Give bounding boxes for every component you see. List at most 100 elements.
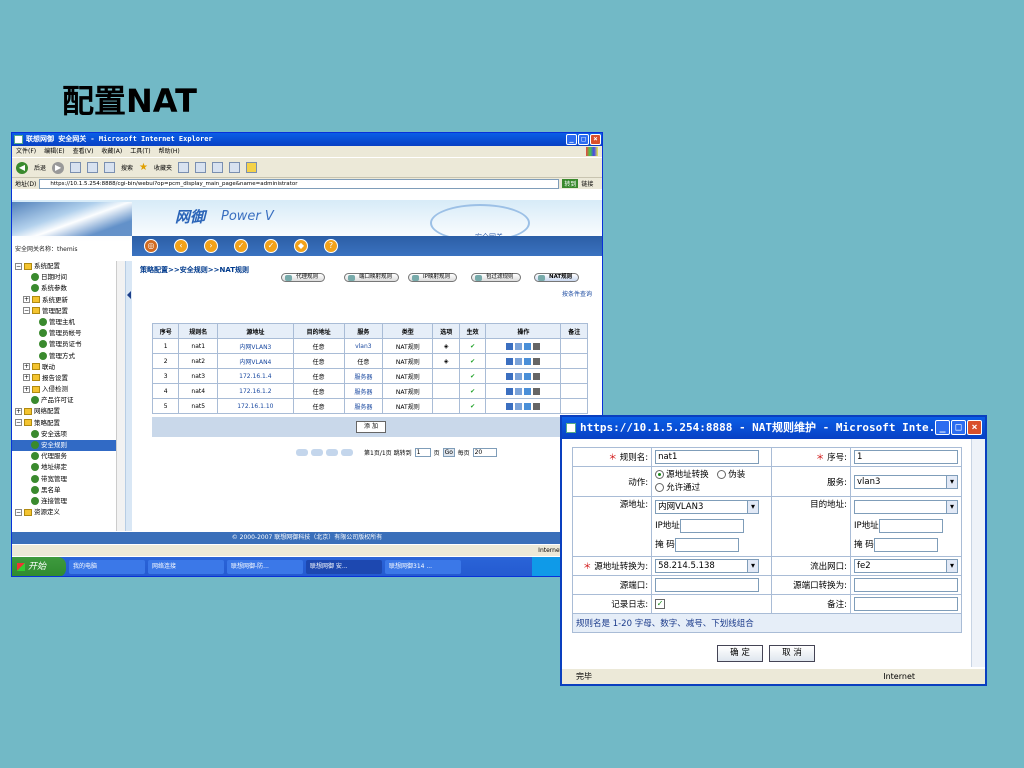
sidebar-item[interactable]: 带宽管理 — [12, 474, 125, 485]
note-input[interactable] — [854, 597, 958, 611]
links-label[interactable]: 链接 — [581, 179, 593, 188]
taskbar-item[interactable]: 联想网御 安... — [306, 560, 382, 574]
print-icon[interactable] — [212, 162, 224, 173]
minimize-icon[interactable]: _ — [935, 420, 950, 435]
sidebar-item[interactable]: 黑名单 — [12, 485, 125, 496]
taskbar-item[interactable]: 网络连接 — [148, 560, 224, 574]
first-page-icon[interactable] — [296, 449, 308, 456]
sidebar-item[interactable]: + 入侵检测 — [12, 384, 125, 395]
dst-mask-input[interactable] — [873, 537, 938, 552]
tab-ip-mapping-rules[interactable]: IP映射规则 — [408, 273, 457, 282]
cell-src[interactable]: 172.16.1.2 — [217, 383, 294, 399]
collapse-icon[interactable]: − — [15, 508, 22, 516]
delete-icon[interactable] — [533, 387, 541, 395]
per-page-select[interactable]: 20 — [472, 448, 497, 457]
copy-icon[interactable] — [515, 372, 523, 380]
refresh-icon[interactable] — [524, 372, 532, 380]
src-mask-input[interactable] — [674, 537, 739, 552]
cell-src[interactable]: 内网VLAN3 — [217, 338, 294, 354]
refresh-icon[interactable] — [524, 402, 532, 410]
table-row[interactable]: 2 nat2 内网VLAN4 任意 任意 NAT规则 ◈ ✔ — [151, 353, 588, 369]
favorites-button[interactable]: 收藏夹 — [154, 163, 172, 172]
src-port-input[interactable] — [655, 578, 760, 592]
ok-button[interactable]: 确 定 — [717, 645, 763, 662]
column-header[interactable]: 序号 — [151, 323, 180, 339]
tab-proxy-rules[interactable]: 代理规则 — [281, 273, 326, 282]
menu-help[interactable]: 帮助(H) — [159, 146, 180, 157]
refresh-icon[interactable] — [524, 357, 532, 365]
taskbar-item[interactable]: 联想网御-防... — [227, 560, 303, 574]
tab-packet-filter-rules[interactable]: 包过滤规则 — [471, 273, 521, 282]
copy-icon[interactable] — [515, 402, 523, 410]
prev-page-icon[interactable] — [311, 449, 323, 456]
sidebar-item[interactable]: 安全选项 — [12, 429, 125, 440]
help-nav-icon[interactable]: ? — [324, 239, 338, 253]
radio-allow[interactable] — [655, 482, 665, 492]
src-port-nat-input[interactable] — [854, 578, 958, 592]
cell-svc[interactable]: 服务器 — [343, 368, 384, 384]
sidebar-item[interactable]: + 联动 — [12, 362, 125, 373]
column-header[interactable]: 类型 — [382, 323, 434, 339]
cell-svc[interactable]: 服务器 — [343, 383, 384, 399]
start-button[interactable]: 开始 — [12, 557, 66, 576]
sidebar-item[interactable]: − 资源定义 — [12, 507, 125, 518]
table-row[interactable]: 1 nat1 内网VLAN3 任意 vlan3 NAT规则 ◈ ✔ — [151, 338, 588, 354]
src-nat-select[interactable]: 58.214.5.138 — [655, 559, 760, 573]
next-page-icon[interactable] — [326, 449, 338, 456]
delete-icon[interactable] — [533, 402, 541, 410]
sidebar-item[interactable]: + 网络配置 — [12, 406, 125, 417]
page-jump-input[interactable]: 1 — [414, 448, 431, 457]
expand-icon[interactable]: + — [23, 385, 30, 393]
menu-edit[interactable]: 编辑(E) — [44, 146, 64, 157]
src-ip-input[interactable] — [679, 518, 744, 533]
column-header[interactable]: 服务 — [343, 323, 384, 339]
edit-icon[interactable] — [229, 162, 241, 173]
expand-icon[interactable]: + — [23, 363, 30, 371]
cell-svc[interactable]: 任意 — [343, 353, 384, 369]
out-if-select[interactable]: fe2 — [854, 559, 958, 573]
table-row[interactable]: 5 nat5 172.16.1.10 任意 服务器 NAT规则 ✔ — [151, 398, 588, 414]
copy-icon[interactable] — [515, 387, 523, 395]
dst-ip-input[interactable] — [878, 518, 943, 533]
back-button[interactable]: 后退 — [34, 163, 46, 172]
check-nav-icon[interactable]: ✓ — [264, 239, 278, 253]
column-header[interactable]: 生效 — [458, 323, 487, 339]
browser-title-bar[interactable]: 联想网御 安全网关 - Microsoft Internet Explorer … — [12, 133, 602, 146]
cell-svc[interactable]: 服务器 — [343, 398, 384, 414]
tab-port-mapping-rules[interactable]: 端口映射规则 — [344, 273, 400, 282]
dst-addr-select[interactable] — [854, 499, 958, 514]
edit-icon[interactable] — [506, 357, 514, 365]
column-header[interactable]: 操作 — [485, 323, 562, 339]
cell-src[interactable]: 内网VLAN4 — [217, 353, 294, 369]
column-header[interactable]: 规则名 — [178, 323, 219, 339]
table-row[interactable]: 4 nat4 172.16.1.2 任意 服务器 NAT规则 ✔ — [151, 383, 588, 399]
sidebar-item[interactable]: 管理方式 — [12, 351, 125, 362]
close-icon[interactable]: × — [967, 420, 982, 435]
expand-icon[interactable]: + — [23, 296, 30, 304]
delete-icon[interactable] — [533, 342, 541, 350]
sidebar-item[interactable]: 系统参数 — [12, 283, 125, 294]
query-link[interactable]: 按条件查询 — [562, 289, 592, 298]
tab-nat-rules[interactable]: NAT规则 — [534, 273, 580, 282]
cell-src[interactable]: 172.16.1.4 — [217, 368, 294, 384]
menu-tools[interactable]: 工具(T) — [130, 146, 150, 157]
taskbar-item[interactable]: 我的电脑 — [69, 560, 145, 574]
go-page-button[interactable]: Go — [442, 448, 455, 457]
sidebar-item[interactable]: 管理员帐号 — [12, 328, 125, 339]
service-select[interactable]: vlan3 — [854, 474, 958, 489]
menu-file[interactable]: 文件(F) — [16, 146, 36, 157]
sidebar-item[interactable]: 代理服务 — [12, 451, 125, 462]
sidebar-item[interactable]: 日期时间 — [12, 272, 125, 283]
sidebar-item[interactable]: 管理员证书 — [12, 339, 125, 350]
copy-icon[interactable] — [515, 342, 523, 350]
sidebar-item[interactable]: 产品许可证 — [12, 395, 125, 406]
sidebar-item[interactable]: − 策略配置 — [12, 418, 125, 429]
sidebar-item[interactable]: − 管理配置 — [12, 306, 125, 317]
taskbar-item[interactable]: 联想网御314 ... — [385, 560, 461, 574]
cancel-button[interactable]: 取 消 — [769, 645, 815, 662]
address-input[interactable]: https://10.1.5.254:8888/cgi-bin/webui?op… — [39, 178, 560, 189]
tool-nav-icon[interactable]: ✓ — [234, 239, 248, 253]
src-addr-select[interactable]: 内网VLAN3 — [655, 499, 760, 514]
home-nav-icon[interactable]: ◎ — [144, 239, 158, 253]
sidebar-item[interactable]: − 系统配置 — [12, 261, 125, 272]
